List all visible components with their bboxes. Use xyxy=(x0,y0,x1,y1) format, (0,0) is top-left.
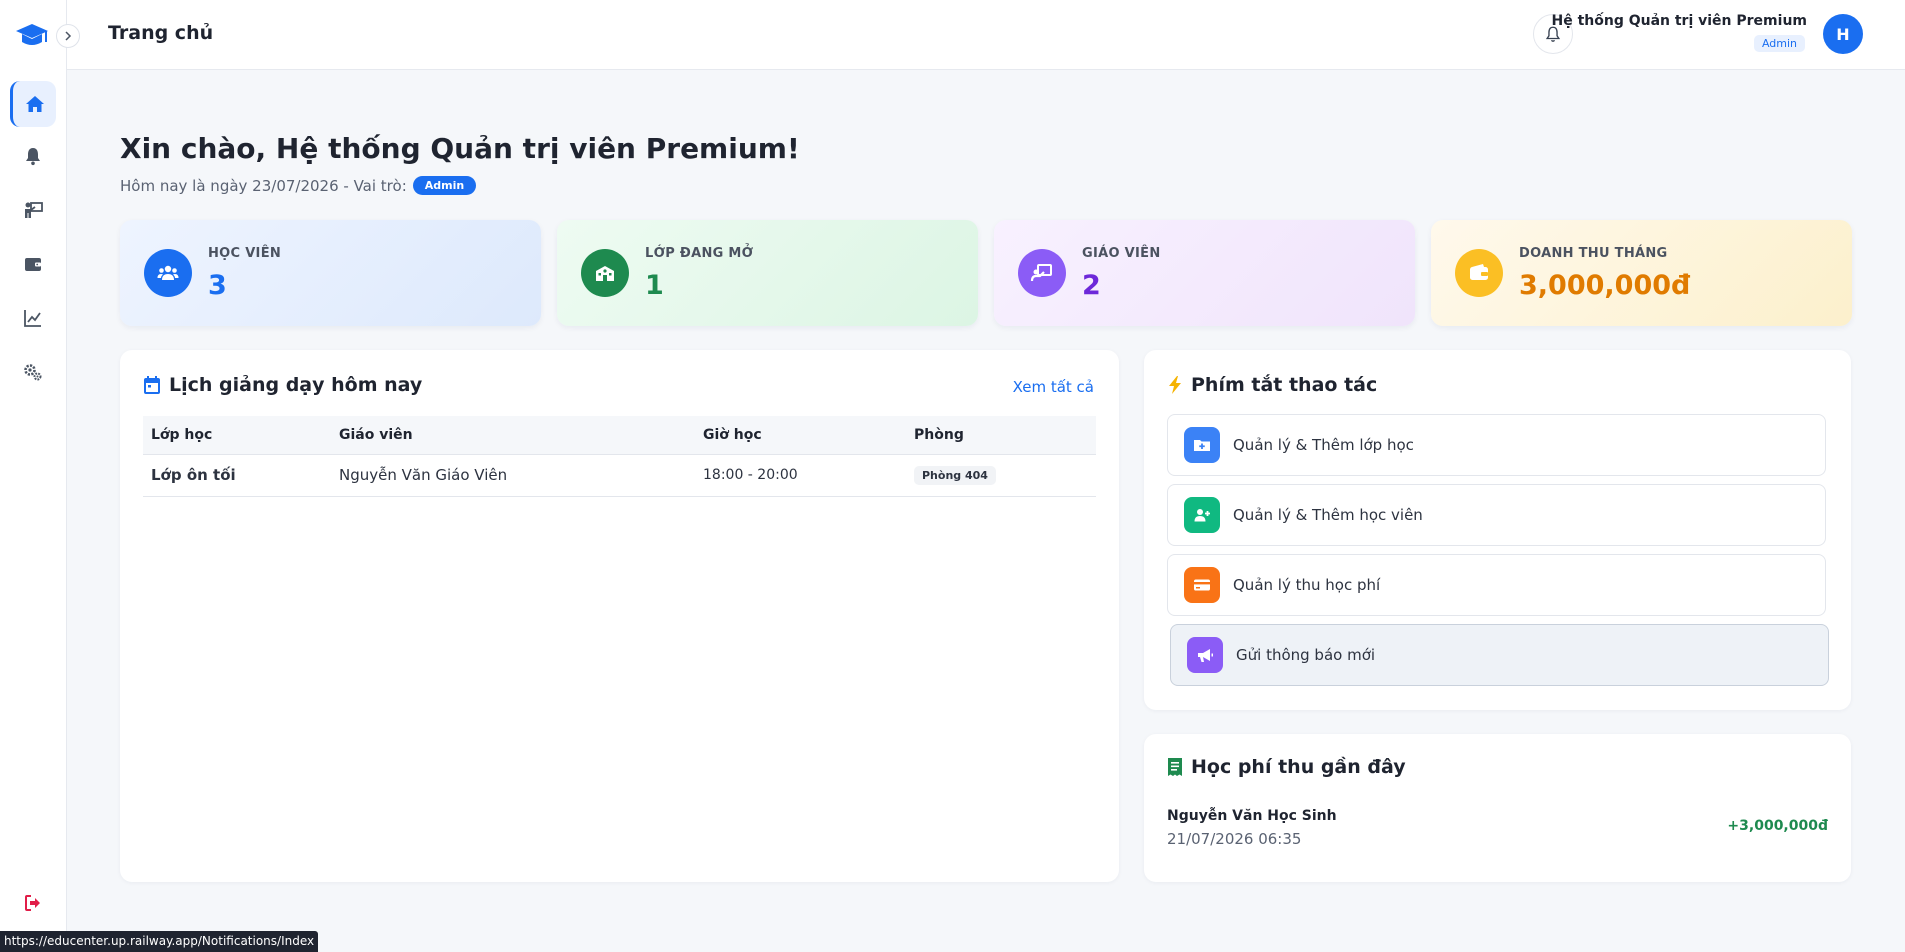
user-role-badge: Admin xyxy=(1753,35,1805,52)
sidebar-item-reports[interactable] xyxy=(10,295,56,341)
sidebar-item-teachers[interactable] xyxy=(10,187,56,233)
chalkboard-teacher-icon xyxy=(1018,249,1066,297)
stat-card-students: HỌC VIÊN 3 xyxy=(120,220,541,326)
folder-plus-icon xyxy=(1184,427,1220,463)
stat-value: 2 xyxy=(1082,270,1101,301)
payer-name: Nguyễn Văn Học Sinh xyxy=(1167,808,1337,824)
column-header-class: Lớp học xyxy=(143,416,331,455)
greeting-subline: Hôm nay là ngày 23/07/2026 - Vai trò: Ad… xyxy=(120,176,477,195)
sidebar-item-finance[interactable] xyxy=(10,241,56,287)
stat-card-teachers: GIÁO VIÊN 2 xyxy=(994,220,1415,326)
schedule-title: Lịch giảng dạy hôm nay xyxy=(143,374,422,396)
recent-fees-panel: Học phí thu gần đây Nguyễn Văn Học Sinh … xyxy=(1144,734,1851,882)
page-title: Trang chủ xyxy=(108,22,214,44)
column-header-room: Phòng xyxy=(906,416,1096,455)
megaphone-icon xyxy=(1187,637,1223,673)
stat-value: 3 xyxy=(208,270,227,301)
stat-label: LỚP ĐANG MỞ xyxy=(645,246,754,261)
shortcut-label: Quản lý & Thêm học viên xyxy=(1233,506,1423,524)
recent-fees-title-text: Học phí thu gần đây xyxy=(1191,756,1406,778)
stat-label: DOANH THU THÁNG xyxy=(1519,246,1668,261)
avatar[interactable]: H xyxy=(1823,14,1863,54)
stat-value: 1 xyxy=(645,270,664,301)
logout-icon xyxy=(25,895,40,911)
school-icon xyxy=(581,249,629,297)
graduation-cap-icon[interactable] xyxy=(14,22,50,50)
payment-amount: +3,000,000đ xyxy=(1727,818,1828,834)
shortcut-label: Quản lý thu học phí xyxy=(1233,576,1381,594)
shortcuts-panel: Phím tắt thao tác Quản lý & Thêm lớp học… xyxy=(1144,350,1851,710)
shortcut-send-notification[interactable]: Gửi thông báo mới xyxy=(1170,624,1829,686)
shortcuts-title-text: Phím tắt thao tác xyxy=(1191,374,1378,396)
cell-time: 18:00 - 20:00 xyxy=(695,454,906,497)
schedule-panel: Lịch giảng dạy hôm nay Xem tất cả Lớp họ… xyxy=(120,350,1119,882)
shortcut-label: Gửi thông báo mới xyxy=(1236,646,1376,664)
shortcut-manage-students[interactable]: Quản lý & Thêm học viên xyxy=(1167,484,1826,546)
users-icon xyxy=(144,249,192,297)
chevron-right-icon xyxy=(65,31,72,41)
column-header-time: Giờ học xyxy=(695,416,906,455)
bell-icon xyxy=(26,148,40,166)
greeting-title: Xin chào, Hệ thống Quản trị viên Premium… xyxy=(120,132,800,165)
view-all-link[interactable]: Xem tất cả xyxy=(1013,378,1094,396)
credit-card-icon xyxy=(1184,567,1220,603)
home-icon xyxy=(25,96,44,112)
user-plus-icon xyxy=(1184,497,1220,533)
date-role-text: Hôm nay là ngày 23/07/2026 - Vai trò: xyxy=(120,176,407,195)
sidebar-item-notifications[interactable] xyxy=(10,133,56,179)
sidebar-item-settings[interactable] xyxy=(10,349,56,395)
stat-card-monthly-revenue: DOANH THU THÁNG 3,000,000đ xyxy=(1431,220,1852,326)
sidebar-item-home[interactable] xyxy=(10,81,56,127)
receipt-icon xyxy=(1168,758,1182,776)
logout-button[interactable] xyxy=(10,880,56,926)
stat-card-open-classes: LỚP ĐANG MỞ 1 xyxy=(557,220,978,326)
stat-value: 3,000,000đ xyxy=(1519,270,1691,301)
cell-teacher: Nguyễn Văn Giáo Viên xyxy=(331,454,695,497)
wallet-icon xyxy=(25,258,41,271)
calendar-icon xyxy=(144,376,160,394)
cell-room: Phòng 404 xyxy=(906,454,1096,497)
column-header-teacher: Giáo viên xyxy=(331,416,695,455)
recent-fees-title: Học phí thu gần đây xyxy=(1167,756,1406,778)
topbar: Trang chủ Hệ thống Quản trị viên Premium… xyxy=(67,0,1905,70)
wallet-icon xyxy=(1455,249,1503,297)
teacher-icon xyxy=(25,202,43,218)
role-badge: Admin xyxy=(412,176,477,195)
user-name[interactable]: Hệ thống Quản trị viên Premium xyxy=(1551,13,1807,29)
shortcut-tuition-fees[interactable]: Quản lý thu học phí xyxy=(1167,554,1826,616)
sidebar xyxy=(0,0,67,952)
cell-class: Lớp ôn tối xyxy=(143,454,331,497)
chart-line-icon xyxy=(24,310,41,327)
lightning-bolt-icon xyxy=(1169,376,1181,394)
payment-datetime: 21/07/2026 06:35 xyxy=(1167,830,1302,848)
browser-status-url: https://educenter.up.railway.app/Notific… xyxy=(0,931,319,952)
stat-label: GIÁO VIÊN xyxy=(1082,246,1161,261)
shortcut-label: Quản lý & Thêm lớp học xyxy=(1233,436,1414,454)
sidebar-toggle-button[interactable] xyxy=(56,24,80,48)
shortcuts-title: Phím tắt thao tác xyxy=(1167,374,1377,396)
table-header-row: Lớp học Giáo viên Giờ học Phòng xyxy=(143,416,1096,455)
table-row[interactable]: Lớp ôn tối Nguyễn Văn Giáo Viên 18:00 - … xyxy=(143,454,1096,497)
gears-icon xyxy=(24,364,42,381)
schedule-table: Lớp học Giáo viên Giờ học Phòng Lớp ôn t… xyxy=(143,416,1096,497)
schedule-title-text: Lịch giảng dạy hôm nay xyxy=(169,374,423,396)
stat-label: HỌC VIÊN xyxy=(208,246,282,261)
shortcut-manage-classes[interactable]: Quản lý & Thêm lớp học xyxy=(1167,414,1826,476)
room-badge: Phòng 404 xyxy=(914,466,996,485)
